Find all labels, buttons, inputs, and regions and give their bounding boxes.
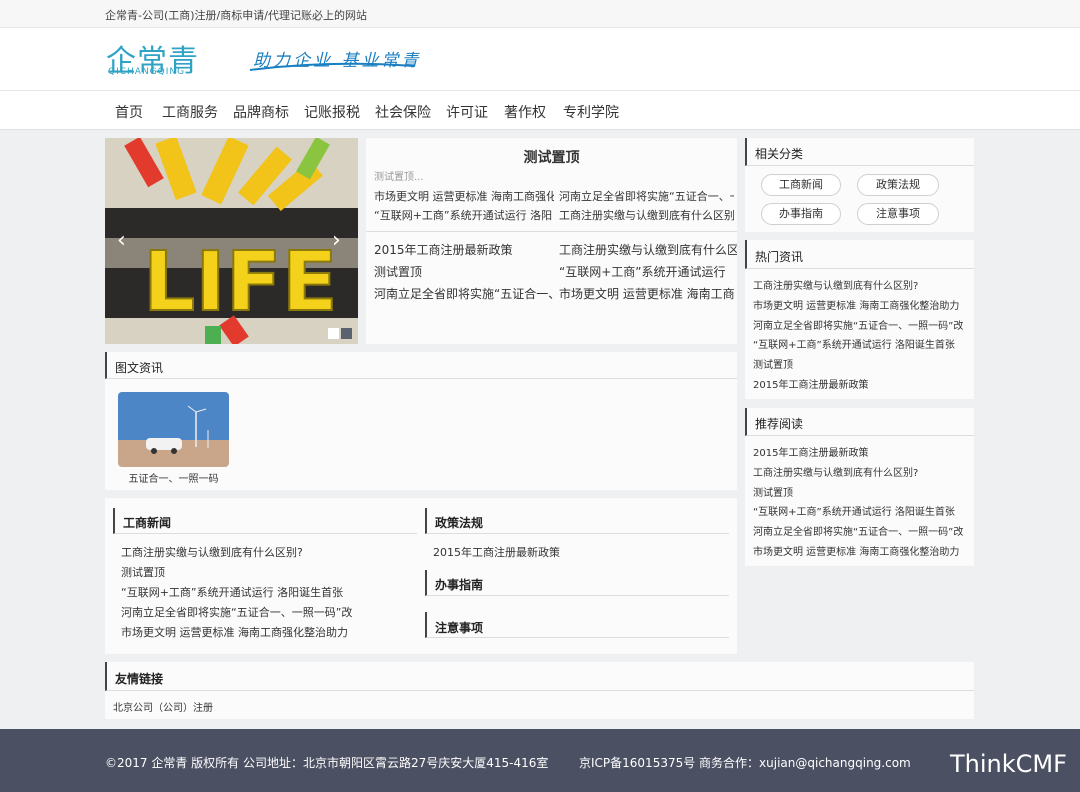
business-news-title[interactable]: 工商新闻 <box>123 514 171 531</box>
hot-news-panel: 热门资讯 工商注册实缴与认缴到底有什么区别? 市场更文明 运营更标准 海南工商强… <box>745 240 974 399</box>
divider <box>366 231 737 232</box>
recommend-link[interactable]: 工商注册实缴与认缴到底有什么区别? <box>753 464 969 479</box>
hot-news-link[interactable]: “互联网+工商”系统开通试运行 洛阳诞生首张 <box>753 336 969 351</box>
news-link[interactable]: 工商注册实缴与认缴到底有什么区别 <box>559 241 737 258</box>
photo-news-panel: 图文资讯 五证合一、一照一码 <box>105 352 737 490</box>
site-header: 企常青 QICHANGQING 助力企业 基业常青 <box>0 28 1080 90</box>
featured-summary: 测试置顶... <box>374 172 424 183</box>
policy-header: 政策法规 <box>425 508 729 534</box>
nav-item-insurance[interactable]: 社会保险 <box>375 102 431 122</box>
tag-policy[interactable]: 政策法规 <box>857 174 939 196</box>
featured-link[interactable]: 工商注册实缴与认缴到底有什么区别? <box>559 207 734 223</box>
business-news-header: 工商新闻 <box>113 508 417 534</box>
tag-guide[interactable]: 办事指南 <box>761 203 841 225</box>
hot-news-link[interactable]: 2015年工商注册最新政策 <box>753 376 969 391</box>
news-link[interactable]: 2015年工商注册最新政策 <box>374 241 554 258</box>
business-news-link[interactable]: 河南立足全省即将实施“五证合一、一照一码”改 <box>121 604 411 620</box>
nav-item-trademark[interactable]: 品牌商标 <box>233 102 289 122</box>
policy-title[interactable]: 政策法规 <box>435 514 483 531</box>
featured-link[interactable]: “互联网+工商”系统开通试运行 洛阳 <box>374 207 554 223</box>
nav-item-license[interactable]: 许可证 <box>446 102 488 122</box>
guide-title[interactable]: 办事指南 <box>435 576 483 593</box>
friend-links-header: 友情链接 <box>105 662 974 691</box>
nav-item-accounting[interactable]: 记账报税 <box>304 102 360 122</box>
business-news-link[interactable]: 市场更文明 运营更标准 海南工商强化整治助力 <box>121 624 411 640</box>
news-link[interactable]: 测试置顶 <box>374 263 554 280</box>
notice-title[interactable]: 注意事项 <box>435 619 483 636</box>
recommend-title: 推荐阅读 <box>755 417 804 431</box>
related-title: 相关分类 <box>755 147 804 161</box>
hot-news-link[interactable]: 工商注册实缴与认缴到底有什么区别? <box>753 277 969 292</box>
photo-news-header: 图文资讯 <box>105 352 737 379</box>
slider-dot-1[interactable] <box>328 328 339 339</box>
recommend-link[interactable]: 测试置顶 <box>753 484 969 499</box>
footer-copyright: ©2017 企常青 版权所有 公司地址：北京市朝阳区霄云路27号庆安大厦415-… <box>105 756 549 770</box>
main-nav: 首页 工商服务 品牌商标 记账报税 社会保险 许可证 著作权 专利学院 <box>0 90 1080 130</box>
friend-link[interactable]: 北京公司（公司）注册 <box>113 699 213 714</box>
nav-item-copyright[interactable]: 著作权 <box>504 102 546 122</box>
featured-title[interactable]: 测试置顶 <box>366 147 737 167</box>
guide-header: 办事指南 <box>425 570 729 596</box>
footer-icp: 京ICP备16015375号 商务合作：xujian@qichangqing.c… <box>579 756 911 770</box>
news-link[interactable]: “互联网+工商”系统开通试运行 <box>559 263 737 280</box>
site-footer: ©2017 企常青 版权所有 公司地址：北京市朝阳区霄云路27号庆安大厦415-… <box>0 729 1080 792</box>
slider-dot-2[interactable] <box>341 328 352 339</box>
slider-next-icon[interactable]: › <box>332 228 341 253</box>
notice-header: 注意事项 <box>425 612 729 638</box>
slogan-swoosh <box>249 62 415 71</box>
related-header: 相关分类 <box>745 138 974 166</box>
hot-news-link[interactable]: 市场更文明 运营更标准 海南工商强化整治助力 <box>753 297 969 312</box>
tag-business-news[interactable]: 工商新闻 <box>761 174 841 196</box>
featured-news: 测试置顶 测试置顶... 市场更文明 运营更标准 海南工商强化 “互联网+工商”… <box>366 138 737 344</box>
recommend-panel: 推荐阅读 2015年工商注册最新政策 工商注册实缴与认缴到底有什么区别? 测试置… <box>745 408 974 566</box>
business-news-link[interactable]: 工商注册实缴与认缴到底有什么区别? <box>121 544 411 560</box>
footer-brand[interactable]: ThinkCMF <box>950 750 1067 778</box>
policy-link[interactable]: 2015年工商注册最新政策 <box>433 544 723 560</box>
news-link[interactable]: 河南立足全省即将实施“五证合一、 <box>374 285 554 302</box>
site-logo-subtitle: QICHANGQING <box>108 67 186 77</box>
recommend-link[interactable]: 2015年工商注册最新政策 <box>753 444 969 459</box>
photo-news-caption[interactable]: 五证合一、一照一码 <box>118 470 229 485</box>
featured-link[interactable]: 河南立足全省即将实施“五证合一、一照 <box>559 188 734 204</box>
recommend-link[interactable]: 市场更文明 运营更标准 海南工商强化整治助力 <box>753 543 969 558</box>
related-categories-panel: 相关分类 工商新闻 政策法规 办事指南 注意事项 <box>745 138 974 232</box>
slider-prev-icon[interactable]: ‹ <box>117 228 126 253</box>
friend-links-title: 友情链接 <box>115 672 164 686</box>
image-slider[interactable]: LIFE ‹ › <box>105 138 358 344</box>
nav-item-home[interactable]: 首页 <box>115 102 143 122</box>
featured-link[interactable]: 市场更文明 运营更标准 海南工商强化 <box>374 188 554 204</box>
hot-news-link[interactable]: 测试置顶 <box>753 356 969 371</box>
business-news-link[interactable]: 测试置顶 <box>121 564 411 580</box>
hot-header: 热门资讯 <box>745 240 974 269</box>
slide-word: LIFE <box>143 235 338 330</box>
nav-item-business[interactable]: 工商服务 <box>162 102 218 122</box>
tag-notice[interactable]: 注意事项 <box>857 203 939 225</box>
nav-item-patent[interactable]: 专利学院 <box>563 102 619 122</box>
business-news-link[interactable]: “互联网+工商”系统开通试运行 洛阳诞生首张 <box>121 584 411 600</box>
recommend-link[interactable]: “互联网+工商”系统开通试运行 洛阳诞生首张 <box>753 503 969 518</box>
news-columns: 工商新闻 工商注册实缴与认缴到底有什么区别? 测试置顶 “互联网+工商”系统开通… <box>105 498 737 654</box>
friend-links-panel: 友情链接 北京公司（公司）注册 <box>105 662 974 719</box>
recommend-link[interactable]: 河南立足全省即将实施“五证合一、一照一码”改 <box>753 523 969 538</box>
photo-news-image[interactable] <box>118 392 229 467</box>
photo-news-title: 图文资讯 <box>115 361 164 375</box>
slide-image: LIFE <box>105 138 358 344</box>
hot-news-link[interactable]: 河南立足全省即将实施“五证合一、一照一码”改 <box>753 317 969 332</box>
site-tagline: 企常青-公司(工商)注册/商标申请/代理记账必上的网站 <box>105 9 367 22</box>
recommend-header: 推荐阅读 <box>745 408 974 436</box>
top-bar: 企常青-公司(工商)注册/商标申请/代理记账必上的网站 <box>0 0 1080 28</box>
hot-title: 热门资讯 <box>755 250 804 264</box>
news-link[interactable]: 市场更文明 运营更标准 海南工商 <box>559 285 737 302</box>
